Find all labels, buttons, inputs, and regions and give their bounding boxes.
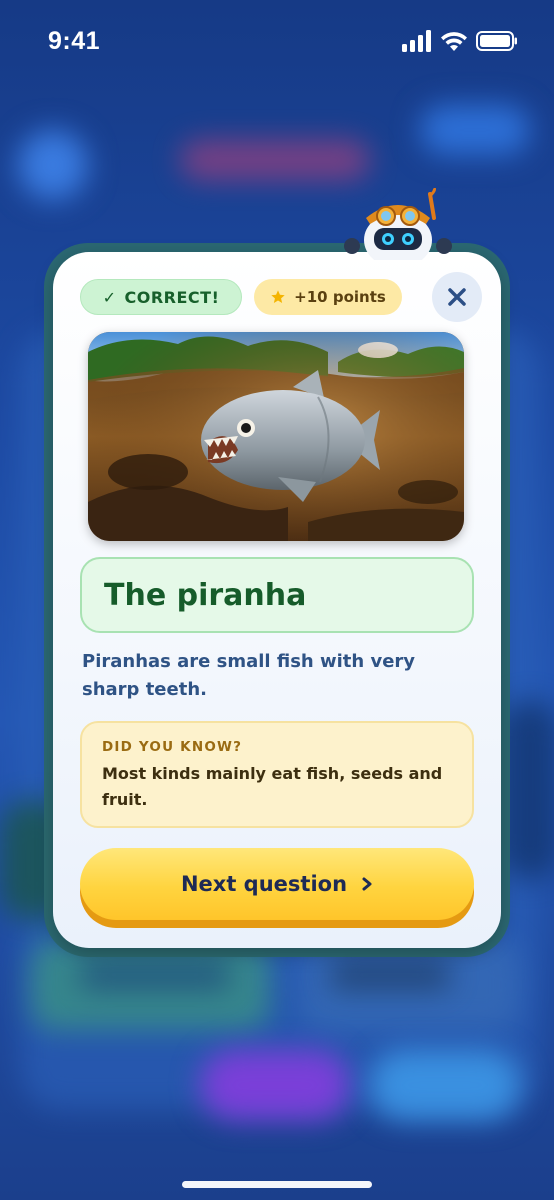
wifi-icon <box>441 32 467 51</box>
points-badge: +10 points <box>254 279 402 315</box>
answer-title: The piranha <box>104 577 307 613</box>
next-question-button[interactable]: Next question <box>80 848 474 920</box>
status-time: 9:41 <box>48 27 101 55</box>
status-bar: 9:41 <box>0 0 554 80</box>
fun-fact-label: DID YOU KNOW? <box>102 739 243 755</box>
next-question-label: Next question <box>180 872 348 896</box>
checkmark-icon: ✓ <box>102 287 117 307</box>
cellular-signal-icon <box>402 30 431 52</box>
piranha-image <box>88 332 464 541</box>
star-icon <box>271 290 285 303</box>
answer-title-box: The piranha <box>80 557 474 633</box>
chevron-right-icon <box>362 877 372 891</box>
battery-icon <box>476 31 517 51</box>
close-icon <box>448 288 466 306</box>
fun-fact-text: Most kinds mainly eat fish, seeds and fr… <box>102 764 443 809</box>
home-indicator[interactable] <box>182 1181 372 1188</box>
correct-label: CORRECT! <box>124 287 220 307</box>
points-label: +10 points <box>294 288 386 306</box>
robot-mascot <box>344 188 452 260</box>
answer-description: Piranhas are small fish with very sharp … <box>82 651 416 700</box>
close-button[interactable] <box>432 272 482 322</box>
correct-badge: ✓ CORRECT! <box>80 279 242 315</box>
fun-fact-box: DID YOU KNOW? Most kinds mainly eat fish… <box>80 721 474 828</box>
